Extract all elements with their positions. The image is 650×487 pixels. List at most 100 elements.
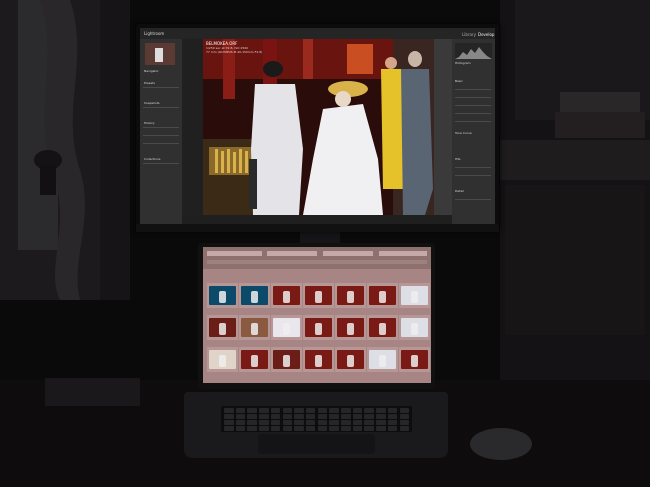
computer-mouse[interactable] xyxy=(470,428,532,460)
keyboard-key[interactable] xyxy=(224,414,234,419)
keyboard-key[interactable] xyxy=(352,408,363,413)
keyboard-key[interactable] xyxy=(399,420,409,425)
keyboard-key[interactable] xyxy=(376,408,386,413)
keyboard-key[interactable] xyxy=(376,426,386,431)
thumbnail-cell[interactable] xyxy=(367,347,398,372)
keyboard-key[interactable] xyxy=(259,414,269,419)
keyboard-key[interactable] xyxy=(364,414,374,419)
keyboard-key[interactable] xyxy=(387,408,398,413)
photo-thumbnail xyxy=(305,286,332,305)
panel-section-detail[interactable]: Detail xyxy=(455,189,464,194)
thumbnail-cell[interactable] xyxy=(271,315,302,340)
keyboard-key[interactable] xyxy=(282,414,292,419)
panel-section-history[interactable]: History xyxy=(144,121,155,126)
keyboard-key[interactable] xyxy=(270,408,281,413)
keyboard-key[interactable] xyxy=(376,414,386,419)
keyboard-key[interactable] xyxy=(282,426,292,431)
keyboard-key[interactable] xyxy=(235,408,246,413)
keyboard-key[interactable] xyxy=(224,408,234,413)
keyboard-key[interactable] xyxy=(270,420,281,425)
keyboard-key[interactable] xyxy=(294,414,304,419)
keyboard-key[interactable] xyxy=(352,426,363,431)
thumbnail-cell[interactable] xyxy=(239,347,270,372)
keyboard-key[interactable] xyxy=(317,426,328,431)
thumbnail-cell[interactable] xyxy=(399,315,430,340)
keyboard-key[interactable] xyxy=(294,426,304,431)
keyboard-key[interactable] xyxy=(317,408,328,413)
thumbnail-cell[interactable] xyxy=(335,315,366,340)
panel-section-histogram[interactable]: Histogram xyxy=(455,61,471,66)
thumbnail-cell[interactable] xyxy=(399,283,430,308)
keyboard-key[interactable] xyxy=(305,420,316,425)
keyboard-key[interactable] xyxy=(270,426,281,431)
thumbnail-cell[interactable] xyxy=(367,283,398,308)
thumbnail-cell[interactable] xyxy=(239,283,270,308)
keyboard-key[interactable] xyxy=(224,420,234,425)
keyboard-key[interactable] xyxy=(247,408,257,413)
keyboard-key[interactable] xyxy=(247,420,257,425)
keyboard-key[interactable] xyxy=(259,426,269,431)
panel-section-tone-curve[interactable]: Tone Curve xyxy=(455,131,472,136)
keyboard-key[interactable] xyxy=(282,408,292,413)
keyboard-key[interactable] xyxy=(235,414,246,419)
keyboard-key[interactable] xyxy=(305,426,316,431)
keyboard-key[interactable] xyxy=(259,408,269,413)
panel-section-hsl[interactable]: HSL xyxy=(455,157,461,162)
keyboard-key[interactable] xyxy=(352,414,363,419)
panel-section-collections[interactable]: Collections xyxy=(144,157,160,162)
keyboard-key[interactable] xyxy=(376,420,386,425)
panel-section-presets[interactable]: Presets xyxy=(144,81,155,86)
keyboard-key[interactable] xyxy=(364,420,374,425)
keyboard-key[interactable] xyxy=(329,420,339,425)
keyboard-key[interactable] xyxy=(247,426,257,431)
keyboard-key[interactable] xyxy=(282,420,292,425)
keyboard-key[interactable] xyxy=(305,414,316,419)
keyboard-key[interactable] xyxy=(387,426,398,431)
keyboard-key[interactable] xyxy=(224,426,234,431)
keyboard-key[interactable] xyxy=(247,414,257,419)
thumbnail-cell[interactable] xyxy=(335,283,366,308)
thumbnail-cell[interactable] xyxy=(271,347,302,372)
keyboard-key[interactable] xyxy=(341,426,351,431)
thumbnail-cell[interactable] xyxy=(207,315,238,340)
keyboard-key[interactable] xyxy=(235,420,246,425)
tab-develop[interactable]: Develop xyxy=(478,32,494,37)
thumbnail-cell[interactable] xyxy=(399,347,430,372)
keyboard-key[interactable] xyxy=(235,426,246,431)
keyboard-key[interactable] xyxy=(399,408,409,413)
thumbnail-cell[interactable] xyxy=(207,347,238,372)
keyboard-key[interactable] xyxy=(364,408,374,413)
thumbnail-cell[interactable] xyxy=(303,315,334,340)
keyboard-key[interactable] xyxy=(329,426,339,431)
keyboard-key[interactable] xyxy=(352,420,363,425)
keyboard-key[interactable] xyxy=(387,414,398,419)
thumbnail-cell[interactable] xyxy=(303,347,334,372)
trackpad[interactable] xyxy=(258,434,375,454)
keyboard-key[interactable] xyxy=(399,414,409,419)
keyboard-key[interactable] xyxy=(270,414,281,419)
thumbnail-cell[interactable] xyxy=(303,283,334,308)
keyboard-key[interactable] xyxy=(329,414,339,419)
thumbnail-cell[interactable] xyxy=(367,315,398,340)
keyboard-key[interactable] xyxy=(341,414,351,419)
keyboard-key[interactable] xyxy=(317,414,328,419)
keyboard-key[interactable] xyxy=(364,426,374,431)
panel-section-navigator[interactable]: Navigator xyxy=(144,69,159,74)
keyboard-key[interactable] xyxy=(387,420,398,425)
thumbnail-cell[interactable] xyxy=(335,347,366,372)
thumbnail-cell[interactable] xyxy=(207,283,238,308)
keyboard-key[interactable] xyxy=(399,426,409,431)
keyboard-key[interactable] xyxy=(294,420,304,425)
keyboard-key[interactable] xyxy=(341,408,351,413)
keyboard-key[interactable] xyxy=(259,420,269,425)
keyboard-key[interactable] xyxy=(329,408,339,413)
tab-library[interactable]: Library xyxy=(462,32,476,37)
thumbnail-cell[interactable] xyxy=(239,315,270,340)
thumbnail-cell[interactable] xyxy=(271,283,302,308)
keyboard-key[interactable] xyxy=(305,408,316,413)
keyboard-key[interactable] xyxy=(294,408,304,413)
panel-section-basic[interactable]: Basic xyxy=(455,79,463,84)
keyboard-key[interactable] xyxy=(341,420,351,425)
panel-section-snapshots[interactable]: Snapshots xyxy=(144,101,160,106)
keyboard-key[interactable] xyxy=(317,420,328,425)
